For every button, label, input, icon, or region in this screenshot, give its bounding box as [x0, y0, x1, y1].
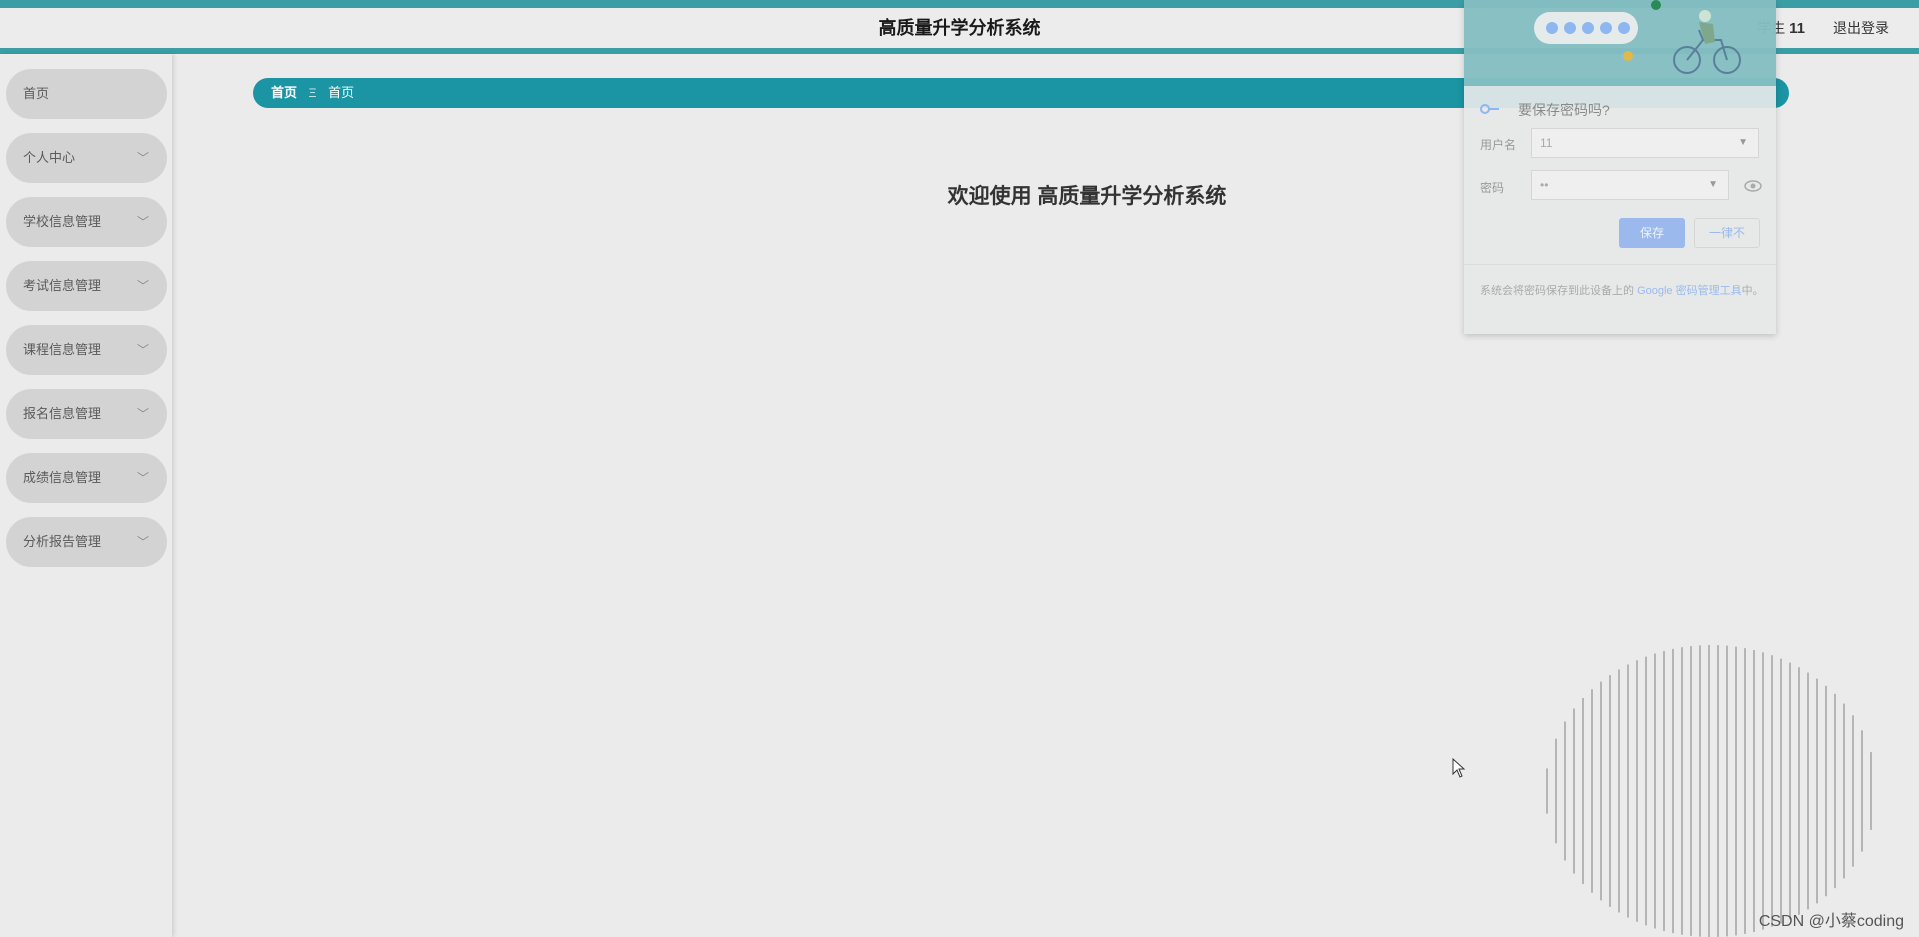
cyclist-icon	[1673, 10, 1741, 74]
password-value: ••	[1540, 178, 1549, 192]
dot-decoration-icon	[1651, 0, 1661, 10]
chevron-down-icon: ﹀	[136, 407, 149, 421]
password-manager-link[interactable]: Google 密码管理工具	[1637, 285, 1742, 297]
save-password-button[interactable]: 保存	[1619, 218, 1685, 248]
sidebar-item-label: 首页	[23, 86, 50, 101]
chevron-down-icon: ﹀	[136, 151, 149, 165]
sidebar-item-exam-info[interactable]: 考试信息管理 ﹀	[6, 261, 167, 311]
username-field[interactable]: 11 ▼	[1531, 128, 1759, 158]
key-icon	[1480, 104, 1499, 114]
never-save-button[interactable]: 一律不	[1694, 218, 1760, 248]
eye-icon[interactable]	[1744, 180, 1762, 192]
chevron-down-icon: ﹀	[136, 279, 149, 293]
watermark: CSDN @小蔡coding	[1758, 913, 1904, 930]
popup-footer: 系统会将密码保存到此设备上的 Google 密码管理工具中。	[1480, 282, 1765, 300]
logout-button[interactable]: 退出登录	[1833, 18, 1889, 38]
striped-circle-decoration	[1546, 645, 1872, 937]
chevron-down-icon: ﹀	[136, 535, 149, 549]
breadcrumb-item-current: 首页	[328, 85, 355, 100]
popup-illustration	[1464, 0, 1776, 86]
popup-title: 要保存密码吗?	[1518, 102, 1610, 118]
sidebar-item-registration-info[interactable]: 报名信息管理 ﹀	[6, 389, 167, 439]
breadcrumb-item-home[interactable]: 首页	[271, 85, 297, 100]
sidebar-item-label: 报名信息管理	[23, 406, 102, 421]
sidebar-item-personal-center[interactable]: 个人中心 ﹀	[6, 133, 167, 183]
password-dots-illustration	[1534, 12, 1638, 44]
sidebar-item-label: 分析报告管理	[23, 534, 102, 549]
sidebar-item-label: 课程信息管理	[23, 342, 102, 357]
popup-divider	[1464, 264, 1776, 265]
password-label: 密码	[1480, 181, 1505, 195]
caret-down-icon: ▼	[1738, 137, 1748, 148]
breadcrumb-separator: Ξ	[308, 86, 317, 100]
chevron-down-icon: ﹀	[136, 471, 149, 485]
sidebar-item-score-info[interactable]: 成绩信息管理 ﹀	[6, 453, 167, 503]
save-password-popup: 要保存密码吗? 用户名 11 ▼ 密码 •• ▼ 保存 一律不 系统会将密码保存…	[1464, 0, 1776, 334]
username-value: 11	[1540, 136, 1553, 150]
sidebar-item-label: 学校信息管理	[23, 214, 102, 229]
sidebar-item-analysis-report[interactable]: 分析报告管理 ﹀	[6, 517, 167, 567]
sidebar-item-home[interactable]: 首页	[6, 69, 167, 119]
sidebar-item-label: 成绩信息管理	[23, 470, 102, 485]
footer-text: 系统会将密码保存到此设备上的	[1480, 285, 1634, 297]
caret-down-icon: ▼	[1708, 179, 1718, 190]
user-name: 11	[1789, 20, 1805, 37]
mouse-cursor-icon	[1452, 758, 1466, 778]
sidebar-item-label: 考试信息管理	[23, 278, 102, 293]
sidebar-item-label: 个人中心	[23, 150, 76, 165]
star-decoration-icon	[1623, 51, 1633, 61]
footer-suffix: 中。	[1741, 285, 1764, 297]
password-field[interactable]: •• ▼	[1531, 170, 1729, 200]
sidebar-item-course-info[interactable]: 课程信息管理 ﹀	[6, 325, 167, 375]
chevron-down-icon: ﹀	[136, 343, 149, 357]
username-label: 用户名	[1480, 138, 1517, 152]
